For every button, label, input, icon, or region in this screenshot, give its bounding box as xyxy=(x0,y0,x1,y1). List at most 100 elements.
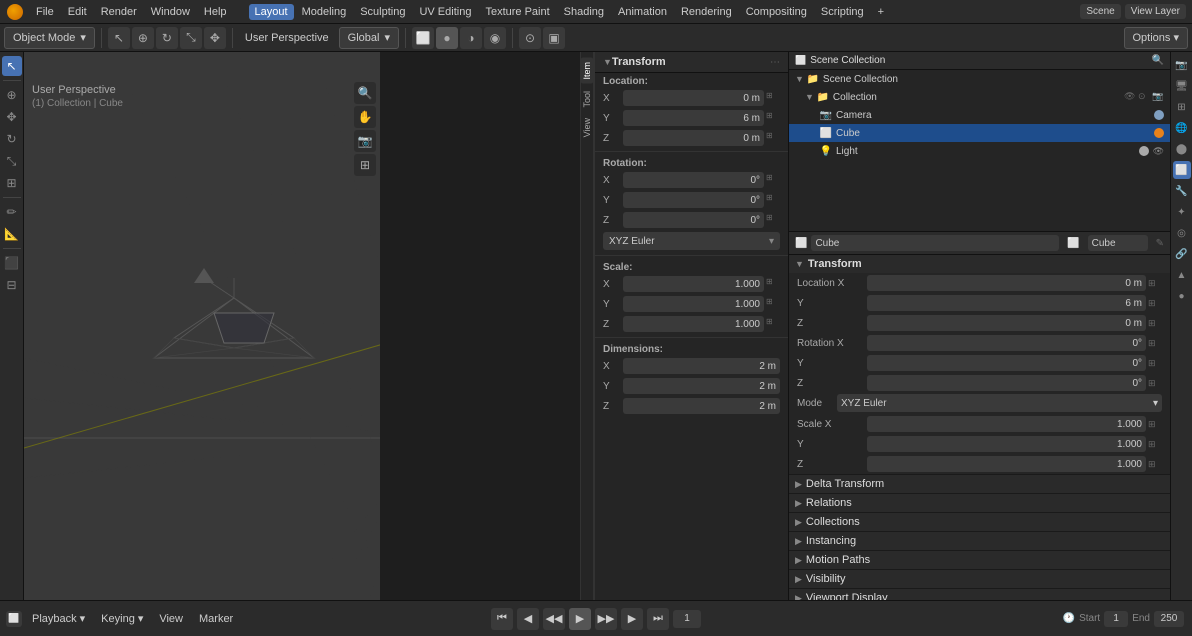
transform-tool-icon[interactable]: ✥ xyxy=(204,27,226,49)
prop-scale-z-input[interactable] xyxy=(867,456,1146,472)
transform-prop-header[interactable]: ▼ Transform xyxy=(789,255,1170,273)
solid-icon[interactable]: ● xyxy=(436,27,458,49)
prop-scale-x-input[interactable] xyxy=(867,416,1146,432)
edit-menu[interactable]: Edit xyxy=(62,4,93,20)
move-tool[interactable]: ✥ xyxy=(2,107,22,127)
prop-scale-y-copy[interactable]: ⊞ xyxy=(1148,439,1162,450)
props-tab-output[interactable]: 🖥 xyxy=(1173,77,1191,95)
rotation-x-copy[interactable]: ⊞ xyxy=(766,173,780,187)
transform-section-header[interactable]: ▼ Transform ⋯ xyxy=(595,52,788,73)
overlay-icon[interactable]: ⊙ xyxy=(519,27,541,49)
scale-tool-icon[interactable]: ⤡ xyxy=(180,27,202,49)
prop-loc-x-input[interactable] xyxy=(867,275,1146,291)
motion-paths-header[interactable]: ▶ Motion Paths xyxy=(789,551,1170,569)
scale-x-copy[interactable]: ⊞ xyxy=(766,277,780,291)
prop-scale-x-copy[interactable]: ⊞ xyxy=(1148,419,1162,430)
visibility-header[interactable]: ▶ Visibility xyxy=(789,570,1170,588)
viewport-content[interactable]: User Perspective (1) Collection | Cube ⊕… xyxy=(24,78,380,600)
play-forward-button[interactable]: ▶▶ xyxy=(595,608,617,630)
prop-rot-y-copy[interactable]: ⊞ xyxy=(1148,358,1162,369)
outliner-filter-icon[interactable]: 🔍 xyxy=(1152,55,1164,66)
prop-rot-z-input[interactable] xyxy=(867,375,1146,391)
location-x-input[interactable] xyxy=(623,90,764,106)
options-button[interactable]: Options ▾ xyxy=(1124,27,1189,49)
viewport-tool-2[interactable]: ✋ xyxy=(354,106,376,128)
skip-start-button[interactable]: ⏮ xyxy=(491,608,513,630)
workspace-layout[interactable]: Layout xyxy=(249,4,294,20)
app-logo[interactable] xyxy=(6,3,24,21)
rotation-y-copy[interactable]: ⊞ xyxy=(766,193,780,207)
location-y-input[interactable] xyxy=(623,110,764,126)
play-button[interactable]: ▶ xyxy=(569,608,591,630)
rendered-icon[interactable]: ◉ xyxy=(484,27,506,49)
prop-loc-y-input[interactable] xyxy=(867,295,1146,311)
marker-button[interactable]: Marker xyxy=(193,611,239,627)
scale-z-input[interactable] xyxy=(623,316,764,332)
prop-rot-x-copy[interactable]: ⊞ xyxy=(1148,338,1162,349)
prop-loc-x-copy[interactable]: ⊞ xyxy=(1148,278,1162,289)
step-back-button[interactable]: ◀ xyxy=(517,608,539,630)
scale-tool[interactable]: ⤡ xyxy=(2,151,22,171)
rotate-tool[interactable]: ↻ xyxy=(2,129,22,149)
skip-end-button[interactable]: ⏭ xyxy=(647,608,669,630)
workspace-shading[interactable]: Shading xyxy=(558,4,610,20)
collection-vis-render[interactable]: 📷 xyxy=(1152,91,1164,103)
workspace-uv-editing[interactable]: UV Editing xyxy=(413,4,477,20)
props-tab-physics[interactable]: ◎ xyxy=(1173,224,1191,242)
collection-vis-sel[interactable]: ⊙ xyxy=(1138,91,1150,103)
viewport-tool-4[interactable]: ⊞ xyxy=(354,154,376,176)
scale-y-input[interactable] xyxy=(623,296,764,312)
select-tool[interactable]: ↖ xyxy=(2,56,22,76)
rotate-tool-icon[interactable]: ↻ xyxy=(156,27,178,49)
prop-mode-select[interactable]: XYZ Euler ▾ xyxy=(837,394,1162,412)
prop-loc-z-copy[interactable]: ⊞ xyxy=(1148,318,1162,329)
outliner-camera[interactable]: 📷 Camera xyxy=(789,106,1170,124)
props-tab-view-layer[interactable]: ⊞ xyxy=(1173,98,1191,116)
prop-loc-z-input[interactable] xyxy=(867,315,1146,331)
location-y-copy[interactable]: ⊞ xyxy=(766,111,780,125)
workspace-texture-paint[interactable]: Texture Paint xyxy=(479,4,555,20)
workspace-animation[interactable]: Animation xyxy=(612,4,673,20)
props-tab-render[interactable]: 📷 xyxy=(1173,56,1191,74)
viewport-display-header[interactable]: ▶ Viewport Display xyxy=(789,589,1170,600)
dim-y-input[interactable] xyxy=(623,378,780,394)
prop-rot-x-input[interactable] xyxy=(867,335,1146,351)
playback-button[interactable]: Playback ▾ xyxy=(26,610,91,627)
euler-selector[interactable]: XYZ Euler ▾ xyxy=(603,232,780,250)
scale-x-input[interactable] xyxy=(623,276,764,292)
view-button[interactable]: View xyxy=(153,611,189,627)
scene-selector[interactable]: Scene xyxy=(1080,4,1120,19)
scale-z-copy[interactable]: ⊞ xyxy=(766,317,780,331)
props-tab-constraints[interactable]: 🔗 xyxy=(1173,245,1191,263)
wireframe-icon[interactable]: ⬜ xyxy=(412,27,434,49)
add-other-tool[interactable]: ⊟ xyxy=(2,275,22,295)
outliner-cube[interactable]: ⬜ Cube xyxy=(789,124,1170,142)
transform-selector[interactable]: Global xyxy=(339,27,399,49)
step-forward-button[interactable]: ▶ xyxy=(621,608,643,630)
transform-tool[interactable]: ⊞ xyxy=(2,173,22,193)
n-tab-tool[interactable]: Tool xyxy=(581,87,593,112)
n-tab-view[interactable]: View xyxy=(581,114,593,141)
material-icon[interactable]: ◑ xyxy=(460,27,482,49)
scale-y-copy[interactable]: ⊞ xyxy=(766,297,780,311)
rotation-y-input[interactable] xyxy=(623,192,764,208)
props-tab-particles[interactable]: ✦ xyxy=(1173,203,1191,221)
props-tab-data[interactable]: ▲ xyxy=(1173,266,1191,284)
keying-button[interactable]: Keying ▾ xyxy=(95,610,149,627)
prop-rot-y-input[interactable] xyxy=(867,355,1146,371)
xray-icon[interactable]: ▣ xyxy=(543,27,565,49)
prop-rot-z-copy[interactable]: ⊞ xyxy=(1148,378,1162,389)
props-tab-modifiers[interactable]: 🔧 xyxy=(1173,182,1191,200)
light-render-icon[interactable]: 👁 xyxy=(1153,146,1164,157)
dim-x-input[interactable] xyxy=(623,358,780,374)
n-tab-item[interactable]: Item xyxy=(581,58,593,84)
cursor-tool-icon[interactable]: ↖ xyxy=(108,27,130,49)
outliner-scene-collection[interactable]: ▼ 📁 Scene Collection xyxy=(789,70,1170,88)
object-name-input[interactable] xyxy=(811,235,1059,251)
window-menu[interactable]: Window xyxy=(145,4,196,20)
measure-tool[interactable]: 📐 xyxy=(2,224,22,244)
rotation-x-input[interactable] xyxy=(623,172,764,188)
props-tab-object[interactable]: ⬜ xyxy=(1173,161,1191,179)
annotate-tool[interactable]: ✏ xyxy=(2,202,22,222)
location-x-copy[interactable]: ⊞ xyxy=(766,91,780,105)
